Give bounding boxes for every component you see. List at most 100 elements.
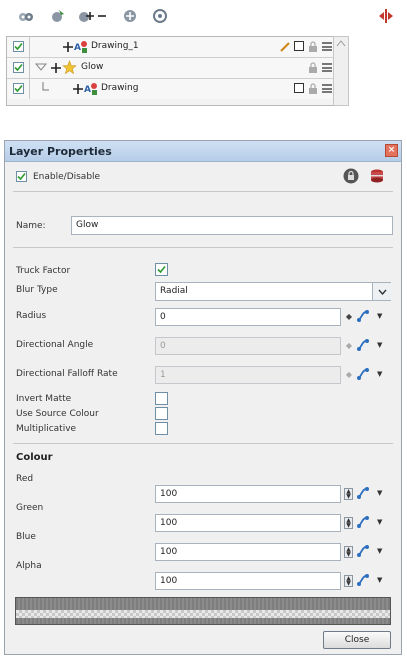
blur-type-label: Blur Type xyxy=(16,285,58,295)
layer-enable-checkbox[interactable] xyxy=(13,62,24,73)
blur-type-value: Radial xyxy=(160,286,188,296)
lock-icon[interactable] xyxy=(308,83,318,95)
dropdown-arrow-icon[interactable]: ▼ xyxy=(377,312,382,320)
dropdown-arrow-icon[interactable]: ▼ xyxy=(377,547,382,555)
function-icon[interactable] xyxy=(356,544,374,558)
falloff-label: Directional Falloff Rate xyxy=(16,369,118,379)
split-icon[interactable] xyxy=(378,8,394,24)
function-icon[interactable] xyxy=(356,367,374,381)
svg-text:A: A xyxy=(74,43,81,53)
tree-connector-icon xyxy=(42,82,49,91)
layer-row-drawing-1[interactable]: A Drawing_1 xyxy=(7,37,345,58)
layer-row-drawing[interactable]: A Drawing xyxy=(7,79,345,99)
multiplicative-label: Multiplicative xyxy=(16,424,77,434)
divider xyxy=(29,79,30,99)
directional-angle-input: 0 xyxy=(155,337,341,355)
lock-icon[interactable] xyxy=(343,168,359,184)
dropdown-arrow-icon[interactable]: ▼ xyxy=(377,489,382,497)
truck-factor-checkbox[interactable] xyxy=(155,263,168,276)
blue-label: Blue xyxy=(16,532,36,542)
chevron-down-icon[interactable] xyxy=(372,283,391,300)
directional-angle-spinner-icon: ◆ xyxy=(345,341,353,350)
layer-name: Glow xyxy=(81,62,104,72)
enable-checkbox[interactable] xyxy=(16,171,27,182)
falloff-input: 1 xyxy=(155,366,341,384)
dropdown-arrow-icon[interactable]: ▼ xyxy=(377,370,382,378)
green-input[interactable]: 100 xyxy=(155,514,341,532)
multiplicative-checkbox[interactable] xyxy=(155,422,168,435)
scroll-up-icon[interactable] xyxy=(336,40,346,47)
function-icon[interactable] xyxy=(356,486,374,500)
timeline-toolbar xyxy=(6,3,401,29)
blue-input[interactable]: 100 xyxy=(155,543,341,561)
enable-label: Enable/Disable xyxy=(33,172,101,182)
dropdown-arrow-icon[interactable]: ▼ xyxy=(377,576,382,584)
function-icon[interactable] xyxy=(356,515,374,529)
pencil-icon[interactable] xyxy=(279,41,291,53)
blue-spinner-icon[interactable]: ▲ ▼ xyxy=(344,546,353,558)
lock-icon[interactable] xyxy=(308,41,318,53)
name-input[interactable]: Glow xyxy=(71,216,393,235)
green-spinner-icon[interactable]: ▲ ▼ xyxy=(344,517,353,529)
alpha-label: Alpha xyxy=(16,561,42,571)
function-icon[interactable] xyxy=(356,309,374,323)
divider xyxy=(29,58,30,78)
add-remove-icon[interactable] xyxy=(78,8,110,24)
alpha-checkerboard xyxy=(16,610,390,618)
use-source-colour-checkbox[interactable] xyxy=(155,407,168,420)
star-icon xyxy=(62,60,77,75)
radius-label: Radius xyxy=(16,311,47,321)
menu-icon[interactable] xyxy=(322,62,332,72)
layer-enable-checkbox[interactable] xyxy=(13,41,24,52)
radius-spinner-icon[interactable]: ◆ xyxy=(344,311,354,323)
duplicate-icon[interactable] xyxy=(122,8,138,24)
drawing-layer-icon: A xyxy=(74,41,87,53)
green-label: Green xyxy=(16,503,44,513)
timeline-layer-list: A Drawing_1 Glow A Drawing xyxy=(6,36,346,106)
divider xyxy=(29,37,30,57)
menu-icon[interactable] xyxy=(322,41,332,51)
dropdown-arrow-icon[interactable]: ▼ xyxy=(377,518,382,526)
svg-text:A: A xyxy=(84,85,91,95)
menu-icon[interactable] xyxy=(322,83,332,93)
red-label: Red xyxy=(16,474,34,484)
radius-input[interactable]: 0 xyxy=(155,308,341,326)
colour-swatch[interactable] xyxy=(294,83,304,93)
expand-triangle-icon[interactable] xyxy=(35,63,47,71)
plus-icon xyxy=(73,84,83,94)
colour-swatch[interactable] xyxy=(294,41,304,51)
invert-matte-checkbox[interactable] xyxy=(155,392,168,405)
add-layer-icon[interactable] xyxy=(50,8,66,24)
layer-color-icon[interactable] xyxy=(369,168,385,184)
divider xyxy=(13,443,393,444)
close-icon[interactable]: × xyxy=(385,144,398,157)
colour-preview-swatch xyxy=(15,597,391,625)
layer-properties-dialog: Layer Properties × Enable/Disable Name: … xyxy=(4,140,402,655)
transform-icon[interactable] xyxy=(152,8,168,24)
use-source-colour-label: Use Source Colour xyxy=(16,409,99,419)
colour-header: Colour xyxy=(16,452,53,463)
timeline-scrollbar[interactable] xyxy=(333,36,349,106)
red-spinner-icon[interactable]: ▲ ▼ xyxy=(344,488,353,500)
layer-props-icon[interactable] xyxy=(18,8,34,24)
falloff-spinner-icon: ◆ xyxy=(345,370,353,379)
drawing-layer-icon: A xyxy=(84,83,97,95)
invert-matte-label: Invert Matte xyxy=(16,394,72,404)
dropdown-arrow-icon[interactable]: ▼ xyxy=(377,341,382,349)
blur-type-select[interactable]: Radial xyxy=(155,282,391,301)
alpha-spinner-icon[interactable]: ▲ ▼ xyxy=(344,575,353,587)
layer-row-glow[interactable]: Glow xyxy=(7,58,345,79)
layer-name: Drawing_1 xyxy=(91,41,139,51)
close-button[interactable]: Close xyxy=(323,631,391,649)
lock-icon[interactable] xyxy=(308,62,318,74)
dialog-title: Layer Properties xyxy=(9,145,112,158)
layer-enable-checkbox[interactable] xyxy=(13,83,24,94)
function-icon[interactable] xyxy=(356,338,374,352)
divider xyxy=(13,247,393,248)
dialog-title-bar: Layer Properties × xyxy=(5,141,401,162)
red-input[interactable]: 100 xyxy=(155,485,341,503)
truck-factor-label: Truck Factor xyxy=(16,266,71,276)
function-icon[interactable] xyxy=(356,573,374,587)
alpha-input[interactable]: 100 xyxy=(155,572,341,590)
plus-icon xyxy=(63,42,73,52)
